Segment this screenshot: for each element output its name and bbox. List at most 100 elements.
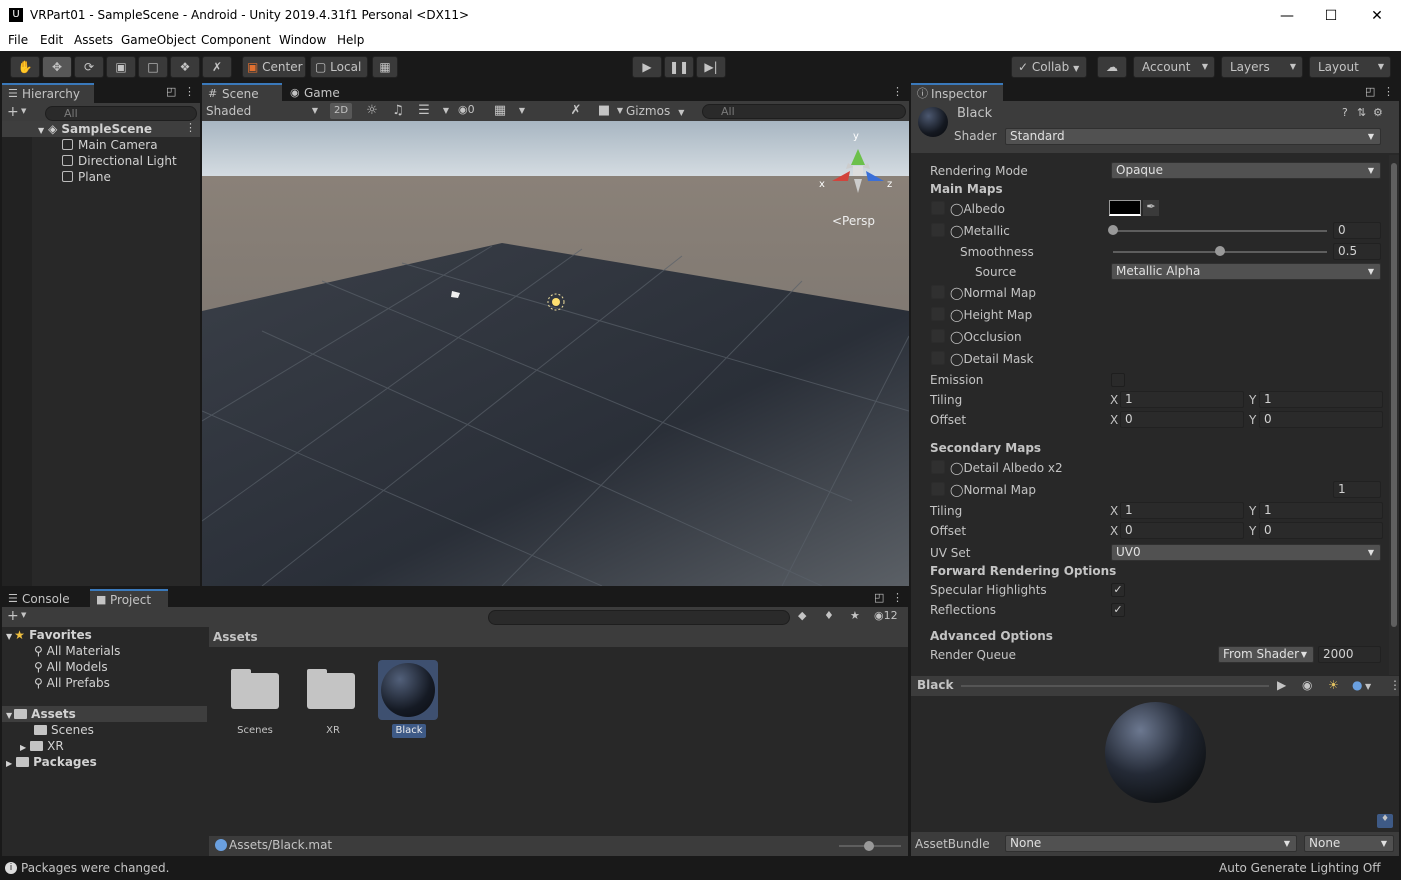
more-icon[interactable]: ⋮ — [892, 85, 903, 98]
asset-xr[interactable] — [307, 669, 357, 709]
menu-file[interactable]: File — [8, 33, 28, 47]
shader-dropdown[interactable]: Standard ▼ — [1005, 128, 1381, 145]
presets-icon[interactable]: ⇅ — [1357, 106, 1366, 119]
play-button[interactable]: ▶ — [632, 56, 662, 78]
tools-icon[interactable]: ✗ — [566, 101, 586, 121]
filter-by-type-icon[interactable]: ◆ — [798, 609, 806, 622]
projection-toggle[interactable]: <Persp — [832, 214, 875, 228]
lock-icon[interactable]: ◰ — [874, 591, 884, 604]
minimize-icon[interactable]: — — [1277, 6, 1297, 26]
hidden-packages-toggle[interactable]: ◉12 — [874, 609, 898, 622]
favorites-item[interactable]: ▼ ★ Favorites — [6, 627, 92, 643]
detail-mask-slot[interactable] — [931, 351, 945, 365]
lock-icon[interactable]: ◰ — [1365, 85, 1375, 98]
tab-game[interactable]: ◉ Game — [284, 83, 354, 103]
scene-item[interactable]: ▼ ◈ SampleScene — [38, 121, 152, 137]
uv-set-dropdown[interactable]: UV0 ▼ — [1111, 544, 1381, 561]
metallic-slider-knob[interactable] — [1108, 225, 1118, 235]
tiling-x-field[interactable]: 1 — [1120, 391, 1244, 408]
chevron-down-icon[interactable]: ▼ — [21, 611, 26, 619]
hierarchy-search-input[interactable]: All — [45, 106, 197, 121]
rotate-tool-icon[interactable]: ⟳ — [74, 56, 104, 78]
hidden-objects-toggle[interactable]: ◉0 — [458, 103, 475, 116]
occlusion-slot[interactable] — [931, 329, 945, 343]
secondary-normal-scale-field[interactable]: 1 — [1333, 481, 1381, 498]
render-queue-field[interactable]: 2000 — [1318, 646, 1381, 663]
breadcrumb-assets[interactable]: Assets — [213, 630, 258, 644]
account-dropdown[interactable]: Account ▼ — [1133, 56, 1215, 78]
fav-all-materials[interactable]: ⚲ All Materials — [34, 643, 120, 659]
chevron-down-icon[interactable]: ▼ — [512, 101, 532, 121]
hand-tool-icon[interactable]: ✋ — [10, 56, 40, 78]
folder-xr[interactable]: ▶ XR — [20, 738, 64, 754]
chevron-down-icon[interactable]: ▼ — [21, 107, 26, 115]
lock-icon[interactable]: ◰ — [166, 85, 176, 98]
chevron-down-icon[interactable]: ▼ — [436, 101, 456, 121]
albedo-color-swatch[interactable] — [1109, 200, 1141, 216]
filter-by-label-icon[interactable]: ♦ — [824, 609, 834, 622]
eyedropper-icon[interactable]: ✒ — [1143, 200, 1159, 216]
albedo-texture-slot[interactable] — [931, 201, 945, 215]
grid-snap-icon[interactable]: ▦ — [372, 56, 398, 78]
metallic-texture-slot[interactable] — [931, 223, 945, 237]
gizmos-dropdown[interactable]: Gizmos ▼ — [626, 102, 684, 120]
audio-icon[interactable]: ♫ — [388, 101, 408, 121]
scene-menu-icon[interactable]: ⋮ — [185, 121, 196, 134]
menu-edit[interactable]: Edit — [40, 33, 63, 47]
assetbundle-dropdown[interactable]: None ▼ — [1005, 835, 1297, 852]
tiling2-x-field[interactable]: 1 — [1120, 502, 1244, 519]
reflections-checkbox[interactable]: ✓ — [1111, 603, 1125, 617]
secondary-normal-map-slot[interactable] — [931, 482, 945, 496]
more-icon[interactable]: ⋮ — [1383, 85, 1394, 98]
effects-icon[interactable]: ☰ — [414, 101, 434, 121]
lighting-icon[interactable]: ☼ — [362, 101, 382, 121]
inspector-scrollbar[interactable] — [1389, 155, 1399, 675]
hierarchy-item-directional-light[interactable]: Directional Light — [62, 153, 177, 169]
source-dropdown[interactable]: Metallic Alpha ▼ — [1111, 263, 1381, 280]
create-icon[interactable]: + — [7, 608, 19, 624]
maximize-icon[interactable]: ☐ — [1321, 6, 1341, 26]
preview-mesh-icon[interactable]: ◉ — [1302, 678, 1312, 692]
tab-inspector[interactable]: ⓘ Inspector — [911, 83, 1003, 103]
smoothness-field[interactable]: 0.5 — [1333, 243, 1381, 260]
rendering-mode-dropdown[interactable]: Opaque ▼ — [1111, 162, 1381, 179]
menu-help[interactable]: Help — [337, 33, 364, 47]
transform-tool-icon[interactable]: ❖ — [170, 56, 200, 78]
tab-project[interactable]: ■ Project — [90, 589, 168, 609]
menu-component[interactable]: Component — [201, 33, 271, 47]
fav-all-prefabs[interactable]: ⚲ All Prefabs — [34, 675, 110, 691]
pivot-mode-button[interactable]: ▣ Center — [242, 56, 306, 78]
scene-viewport[interactable]: y x z <Persp — [202, 121, 909, 586]
render-queue-source-dropdown[interactable]: From Shader ▼ — [1218, 646, 1314, 663]
more-icon[interactable]: ⋮ — [184, 85, 195, 98]
step-button[interactable]: ▶| — [696, 56, 726, 78]
tab-scene[interactable]: # Scene — [202, 83, 282, 103]
layout-dropdown[interactable]: Layout ▼ — [1309, 56, 1391, 78]
gear-icon[interactable]: ⚙ — [1373, 106, 1383, 119]
grid-visibility-icon[interactable]: ▦ — [490, 101, 510, 121]
move-tool-icon[interactable]: ✥ — [42, 56, 72, 78]
offset2-y-field[interactable]: 0 — [1259, 522, 1383, 539]
status-message[interactable]: Packages were changed. — [21, 861, 169, 875]
collab-button[interactable]: ✓ Collab ▼ — [1011, 56, 1087, 78]
scene-search-input[interactable]: All — [702, 104, 906, 119]
assets-folder-item[interactable]: ▼ Assets — [6, 706, 76, 722]
create-icon[interactable]: + — [7, 104, 19, 120]
custom-tool-icon[interactable]: ✗ — [202, 56, 232, 78]
tiling-y-field[interactable]: 1 — [1259, 391, 1383, 408]
assetbundle-variant-dropdown[interactable]: None ▼ — [1304, 835, 1394, 852]
inspector-scroll-thumb[interactable] — [1391, 163, 1397, 627]
rect-tool-icon[interactable]: □ — [138, 56, 168, 78]
asset-black-material[interactable] — [378, 660, 438, 720]
folder-scenes[interactable]: Scenes — [34, 722, 94, 738]
cloud-icon[interactable]: ☁ — [1097, 56, 1127, 78]
asset-label-icon[interactable]: ♦ — [1377, 814, 1393, 828]
specular-highlights-checkbox[interactable]: ✓ — [1111, 583, 1125, 597]
normal-map-slot[interactable] — [931, 285, 945, 299]
offset2-x-field[interactable]: 0 — [1120, 522, 1244, 539]
asset-scenes[interactable] — [231, 669, 281, 709]
detail-albedo-slot[interactable] — [931, 460, 945, 474]
favorite-star-icon[interactable]: ★ — [850, 609, 860, 622]
hierarchy-item-main-camera[interactable]: Main Camera — [62, 137, 158, 153]
packages-folder-item[interactable]: ▶ Packages — [6, 754, 97, 770]
